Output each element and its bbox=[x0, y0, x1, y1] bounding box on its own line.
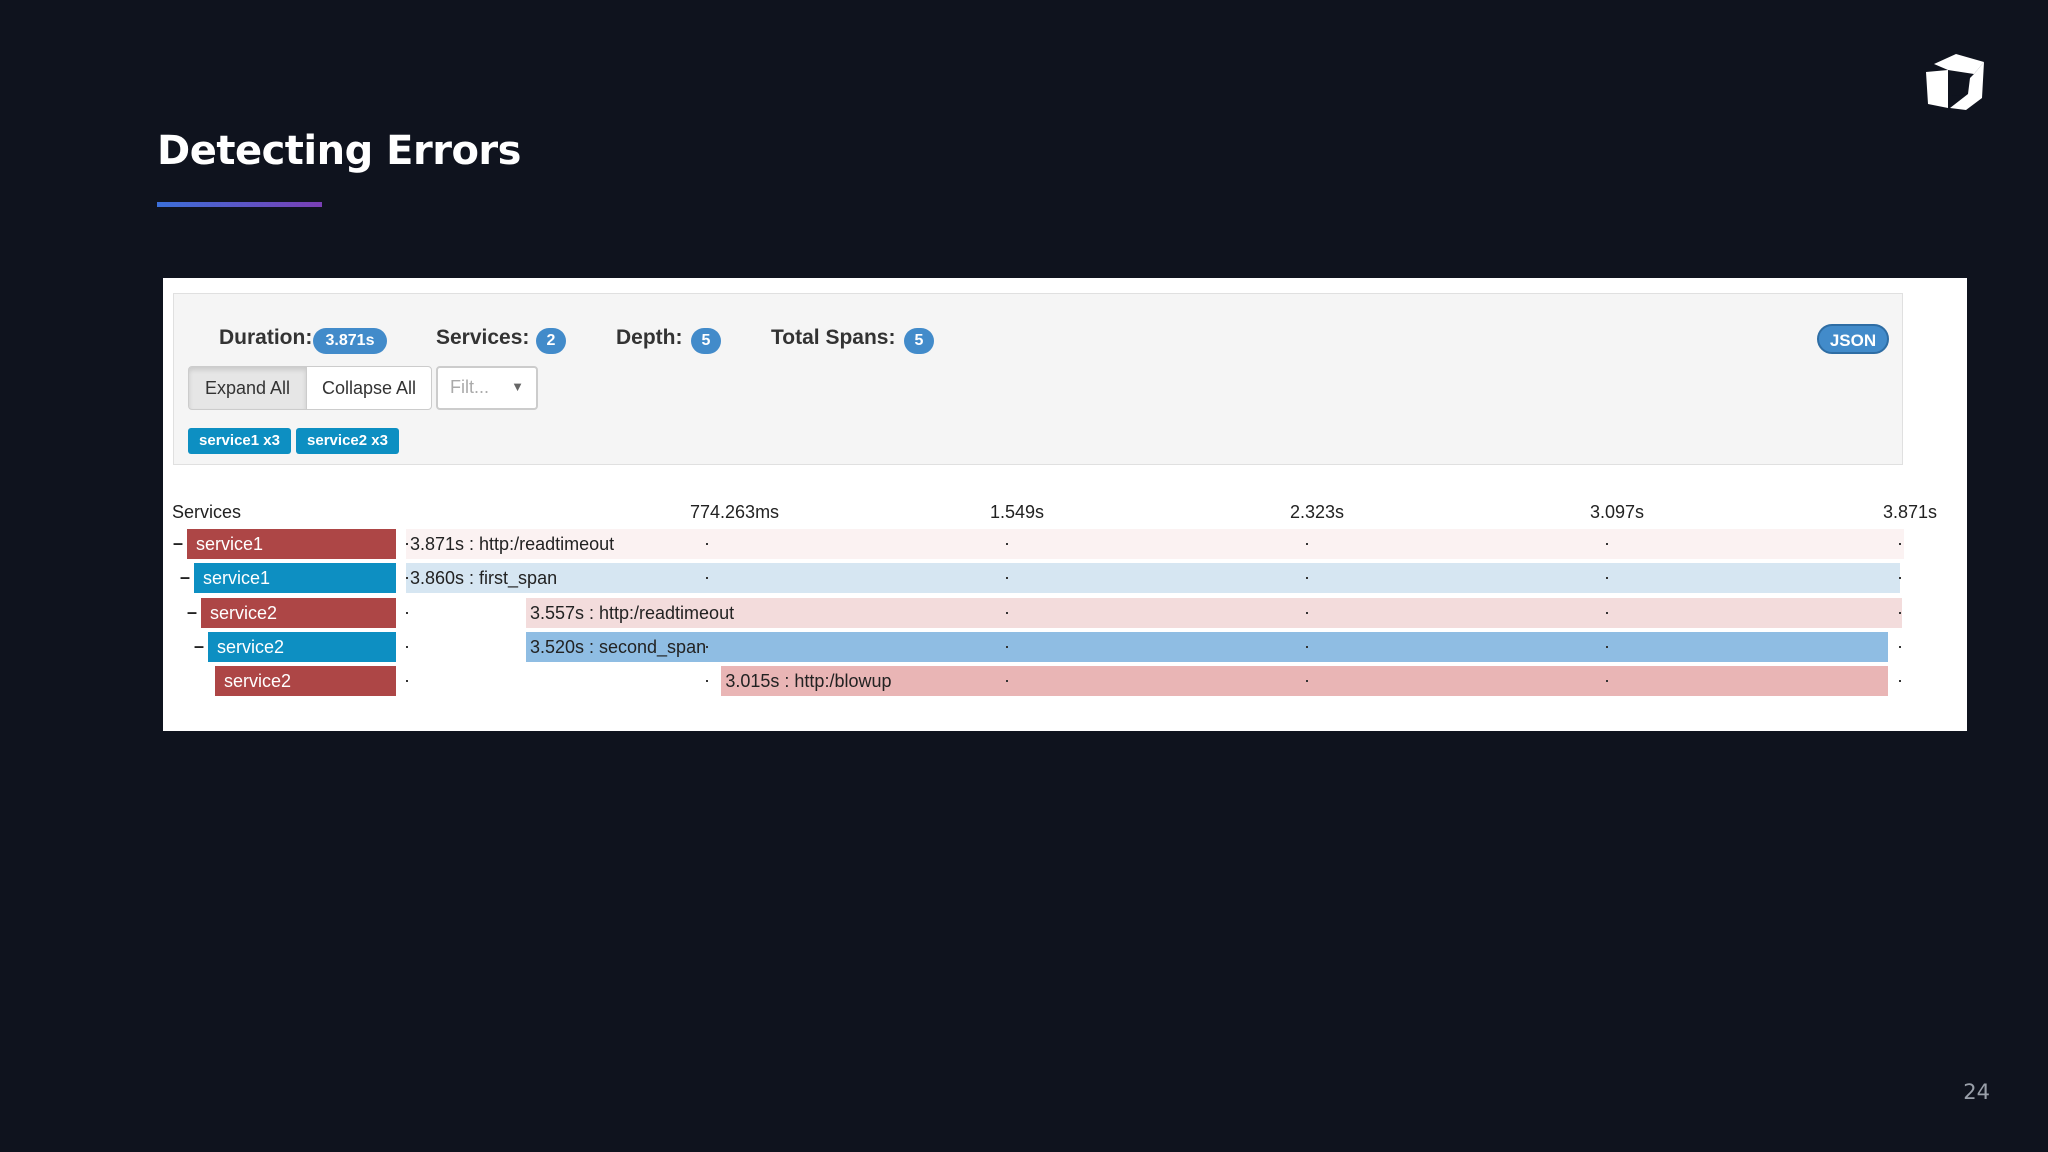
json-button[interactable]: JSON bbox=[1817, 324, 1889, 354]
page-title: Detecting Errors bbox=[157, 128, 521, 174]
timeline-dot bbox=[706, 577, 708, 579]
timeline-dot bbox=[1306, 612, 1308, 614]
trace-summary-header: Duration: 3.871s Services: 2 Depth: 5 To… bbox=[173, 293, 1903, 465]
duration-badge: 3.871s bbox=[313, 328, 387, 354]
span-label: 3.557s : http:/readtimeout bbox=[529, 603, 735, 623]
timeline-dot bbox=[406, 612, 408, 614]
trace-panel: Duration: 3.871s Services: 2 Depth: 5 To… bbox=[163, 278, 1967, 731]
span-label: 3.860s : first_span bbox=[410, 568, 558, 588]
chevron-down-icon: ▼ bbox=[511, 379, 524, 394]
span-bar[interactable] bbox=[525, 632, 1889, 662]
timeline-dot bbox=[1606, 646, 1608, 648]
total-spans-badge: 5 bbox=[904, 328, 934, 354]
timeline-dot bbox=[1899, 612, 1901, 614]
span-label: 3.015s : http:/blowup bbox=[725, 671, 892, 691]
span-bar[interactable] bbox=[721, 666, 1889, 696]
timeline-dot bbox=[706, 646, 708, 648]
filter-placeholder: Filt... bbox=[450, 377, 489, 397]
timeline-dot bbox=[1006, 646, 1008, 648]
span-label: 3.520s : second_span bbox=[529, 637, 707, 657]
timeline-dot bbox=[1899, 646, 1901, 648]
collapse-all-button[interactable]: Collapse All bbox=[306, 366, 432, 410]
collapse-toggle[interactable]: – bbox=[194, 636, 204, 657]
services-badge: 2 bbox=[536, 328, 566, 354]
service-name-cell[interactable]: service1 bbox=[194, 563, 396, 593]
timeline-dot bbox=[1606, 612, 1608, 614]
timeline-dot bbox=[1899, 577, 1901, 579]
total-spans-label: Total Spans: bbox=[771, 326, 896, 349]
expand-all-button[interactable]: Expand All bbox=[188, 366, 307, 410]
service-name-cell[interactable]: service1 bbox=[187, 529, 396, 559]
timeline-tick: 3.097s bbox=[1590, 502, 1645, 522]
timeline-dot bbox=[1306, 543, 1308, 545]
duration-label: Duration: bbox=[219, 326, 313, 349]
services-column-header: Services bbox=[172, 502, 242, 522]
timeline-dot bbox=[1606, 543, 1608, 545]
timeline-tick: 774.263ms bbox=[690, 502, 780, 522]
service-name-cell[interactable]: service2 bbox=[208, 632, 396, 662]
timeline-dot bbox=[406, 646, 408, 648]
span-label: 3.871s : http:/readtimeout bbox=[410, 534, 615, 554]
title-underline bbox=[157, 202, 322, 207]
service-tag[interactable]: service2 x3 bbox=[296, 428, 399, 454]
depth-label: Depth: bbox=[616, 326, 683, 349]
services-label: Services: bbox=[436, 326, 530, 349]
collapse-toggle[interactable]: – bbox=[173, 533, 183, 554]
timeline-dot bbox=[406, 543, 408, 545]
timeline-dot bbox=[1006, 577, 1008, 579]
timeline-tick: 2.323s bbox=[1290, 502, 1345, 522]
span-bar[interactable] bbox=[406, 563, 1900, 593]
depth-badge: 5 bbox=[691, 328, 721, 354]
timeline-dot bbox=[1006, 612, 1008, 614]
service-name-cell[interactable]: service2 bbox=[215, 666, 396, 696]
timeline-dot bbox=[406, 680, 408, 682]
collapse-toggle[interactable]: – bbox=[180, 567, 190, 588]
timeline-tick: 3.871s bbox=[1883, 502, 1938, 522]
timeline-dot bbox=[1606, 577, 1608, 579]
timeline-dot bbox=[1006, 543, 1008, 545]
service-filter-select[interactable]: Filt... ▼ bbox=[436, 366, 538, 410]
timeline-dot bbox=[1306, 646, 1308, 648]
timeline-dot bbox=[1606, 680, 1608, 682]
timeline-dot bbox=[1306, 577, 1308, 579]
timeline-dot bbox=[1899, 543, 1901, 545]
span-bar[interactable] bbox=[406, 529, 1904, 559]
service-tag[interactable]: service1 x3 bbox=[188, 428, 291, 454]
service-name-cell[interactable]: service2 bbox=[201, 598, 396, 628]
page-number: 24 bbox=[1963, 1080, 1990, 1104]
timeline-dot bbox=[1006, 680, 1008, 682]
collapse-toggle[interactable]: – bbox=[187, 602, 197, 623]
timeline-dot bbox=[706, 680, 708, 682]
timeline-dot bbox=[406, 577, 408, 579]
cube-logo-icon bbox=[1926, 54, 1984, 110]
timeline-dot bbox=[706, 543, 708, 545]
timeline-dot bbox=[1306, 680, 1308, 682]
timeline-tick: 1.549s bbox=[990, 502, 1045, 522]
timeline-dot bbox=[1899, 680, 1901, 682]
